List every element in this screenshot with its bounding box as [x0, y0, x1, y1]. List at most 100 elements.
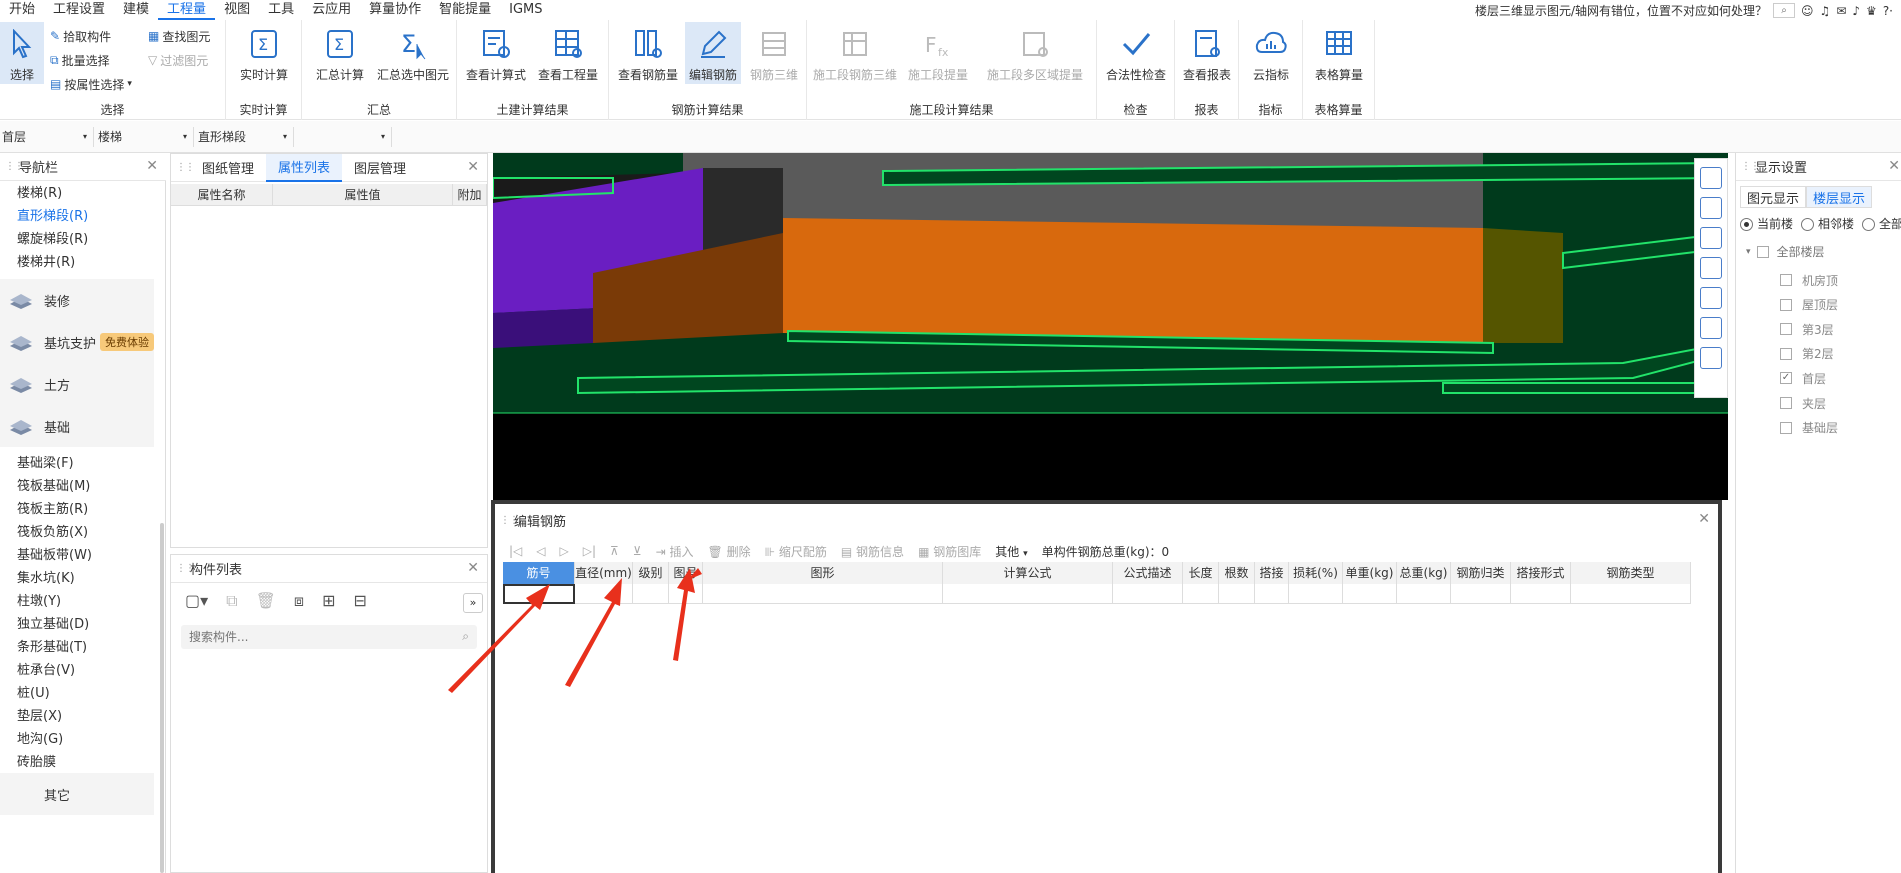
checkbox[interactable]	[1780, 347, 1792, 360]
menu-item[interactable]: IGMS	[500, 0, 551, 20]
nav-scrollbar[interactable]	[160, 523, 164, 873]
nav-category-partial[interactable]: 其它	[0, 773, 154, 815]
free-trial-badge[interactable]: 免费体验	[100, 333, 154, 351]
menu-item[interactable]: 智能提量	[430, 0, 500, 20]
view-formula-button[interactable]: 查看计算式	[463, 22, 529, 84]
column-header[interactable]: 附加	[453, 184, 487, 205]
extra-select[interactable]: ▾	[296, 127, 392, 147]
nav-category[interactable]: 土方	[0, 363, 154, 405]
floor-item[interactable]: ✓ 首层	[1780, 366, 1826, 390]
grid-cell[interactable]	[1289, 584, 1343, 604]
stage-multi-region-button[interactable]: 施工段多区域提量	[977, 22, 1093, 84]
grid-cell[interactable]	[1571, 584, 1691, 604]
delete-icon[interactable]: 🗑	[256, 591, 276, 611]
grid-cell[interactable]	[1113, 584, 1183, 604]
grid-cell[interactable]	[703, 584, 943, 604]
new-component-icon[interactable]: ▢▾	[185, 591, 208, 611]
help-notice-link[interactable]: 楼层三维显示图元/轴网有错位，位置不对应如何处理？	[1475, 2, 1767, 19]
checkbox[interactable]	[1780, 397, 1792, 409]
smile-icon[interactable]: ☺	[1801, 4, 1814, 18]
menu-item[interactable]: 开始	[0, 0, 44, 20]
copy-icon[interactable]: ⧉	[226, 591, 237, 611]
select-button[interactable]: 选择	[0, 22, 44, 84]
radio-icon[interactable]	[1801, 218, 1815, 231]
checkbox[interactable]	[1780, 323, 1792, 336]
move-down-icon[interactable]: ⊻	[633, 544, 642, 558]
nav-category[interactable]: 基础	[0, 405, 154, 447]
floor-item[interactable]: 机房顶	[1780, 268, 1838, 292]
pick-component-button[interactable]: ✎ 拾取构件	[50, 25, 111, 47]
import-icon[interactable]: ⊞	[322, 591, 335, 611]
display-tab-0[interactable]: 图元显示	[1740, 186, 1807, 208]
layer-view-icon[interactable]	[1700, 317, 1722, 339]
column-header[interactable]: 长度	[1183, 562, 1219, 584]
tab-2[interactable]: 图层管理	[342, 154, 418, 182]
column-header[interactable]: 图形	[703, 562, 943, 584]
checkbox[interactable]	[1780, 274, 1792, 286]
find-element-button[interactable]: ▦ 查找图元	[148, 25, 210, 47]
rebar-info-button[interactable]: ▤ 钢筋信息	[841, 543, 904, 560]
column-header[interactable]: 损耗(%)	[1289, 562, 1343, 584]
checkbox[interactable]: ✓	[1780, 372, 1792, 385]
next-icon[interactable]: ▷	[560, 544, 569, 558]
grid-cell[interactable]	[1255, 584, 1289, 604]
menu-item[interactable]: 工具	[259, 0, 303, 20]
search-icon[interactable]: ⌕	[1773, 3, 1796, 18]
grid-cell[interactable]	[1343, 584, 1397, 604]
column-header[interactable]: 属性值	[273, 184, 453, 205]
stage-qty-button[interactable]: Ffx 施工段提量	[905, 22, 971, 84]
menu-item[interactable]: 云应用	[303, 0, 360, 20]
nav-category[interactable]: 装修	[0, 279, 154, 321]
chat-icon[interactable]: ✉	[1836, 4, 1846, 18]
last-icon[interactable]: ▷|	[583, 544, 596, 558]
select-by-attr-button[interactable]: ▤ 按属性选择 ▾	[50, 73, 132, 95]
cloud-index-button[interactable]: 云指标	[1241, 22, 1301, 84]
close-icon[interactable]: ✕	[146, 158, 158, 174]
grid-cell[interactable]	[1219, 584, 1255, 604]
column-header[interactable]: 计算公式	[943, 562, 1113, 584]
3d-viewport[interactable]	[493, 153, 1728, 500]
floor-select[interactable]: 首层 ▾	[0, 127, 94, 147]
search-input[interactable]	[181, 625, 441, 649]
grip-icon[interactable]: ⋮⋮	[1741, 161, 1760, 172]
summary-calc-button[interactable]: Σ 汇总计算	[310, 22, 370, 84]
3d-view-icon[interactable]	[1700, 227, 1722, 249]
first-icon[interactable]: |◁	[509, 544, 522, 558]
move-up-icon[interactable]: ⊼	[610, 544, 619, 558]
column-header[interactable]: 总重(kg)	[1397, 562, 1451, 584]
2d-view-icon[interactable]	[1700, 197, 1722, 219]
tab-0[interactable]: 图纸管理	[190, 154, 266, 182]
column-header[interactable]: 钢筋归类	[1451, 562, 1511, 584]
orbit-icon[interactable]	[1700, 167, 1722, 189]
table-calc-button[interactable]: 表格算量	[1309, 22, 1369, 84]
tree-expand-icon[interactable]: ▾	[1746, 247, 1751, 257]
export-icon[interactable]: ⊟	[354, 591, 367, 611]
display-tab-1[interactable]: 楼层显示	[1806, 186, 1873, 208]
all-floors-node[interactable]: ▾ 全部楼层	[1746, 243, 1825, 260]
menu-item[interactable]: 工程设置	[44, 0, 114, 20]
grip-icon[interactable]: ⋮⋮	[500, 515, 519, 526]
validity-check-button[interactable]: 合法性检查	[1101, 22, 1171, 84]
summary-selected-button[interactable]: Σ 汇总选中图元	[374, 22, 452, 84]
floor-item[interactable]: 第2层	[1780, 342, 1834, 366]
column-header[interactable]: 公式描述	[1113, 562, 1183, 584]
floor-item[interactable]: 屋顶层	[1780, 293, 1838, 317]
menu-item[interactable]: 工程量	[158, 0, 216, 20]
floor-item[interactable]: 基础层	[1780, 416, 1838, 440]
grid-cell[interactable]	[1511, 584, 1571, 604]
view-report-button[interactable]: 查看报表	[1177, 22, 1237, 84]
layer-copy-icon[interactable]: ⧈	[294, 591, 304, 611]
grid-cell[interactable]	[1397, 584, 1451, 604]
tab-1[interactable]: 属性列表	[266, 153, 343, 182]
component-search[interactable]: ⌕	[181, 625, 477, 649]
settings-view-icon[interactable]	[1700, 347, 1722, 369]
nav-item[interactable]: 楼梯井(R)	[0, 250, 75, 276]
scope-radio[interactable]: 全部	[1862, 215, 1901, 232]
menu-item[interactable]: 建模	[114, 0, 158, 20]
delete-button[interactable]: 🗑 删除	[708, 543, 751, 560]
help-icon[interactable]: ?·	[1883, 4, 1893, 18]
stage-rebar-3d-button[interactable]: 施工段钢筋三维	[809, 22, 901, 84]
cube-icon[interactable]	[1700, 257, 1722, 279]
menu-item[interactable]: 视图	[215, 0, 259, 20]
floor-item[interactable]: 夹层	[1780, 391, 1826, 415]
